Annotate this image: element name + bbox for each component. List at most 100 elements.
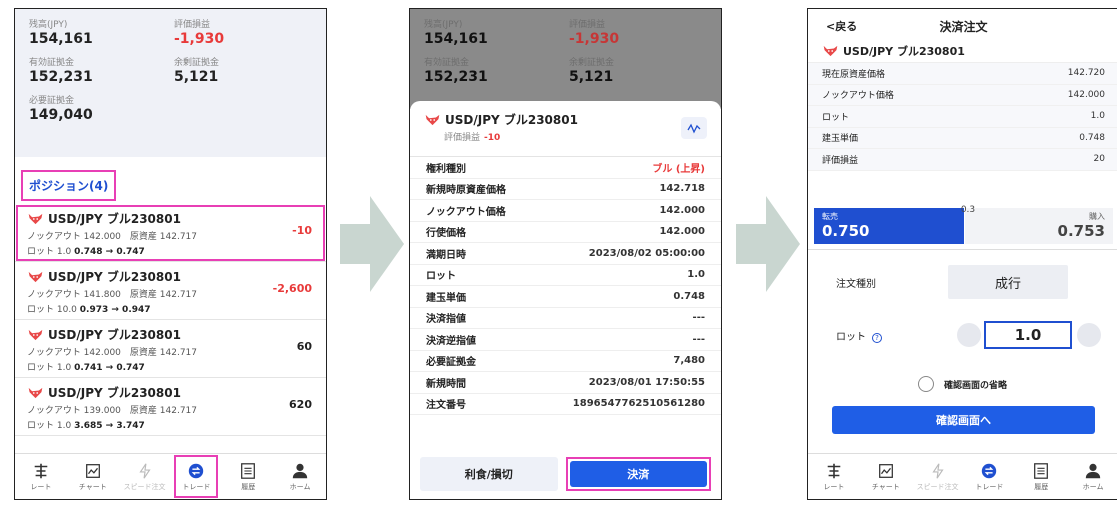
- tab-speed-order[interactable]: スピード注文: [912, 454, 964, 499]
- row-value: 142.718: [659, 183, 705, 195]
- tab-speed-order[interactable]: スピード注文: [119, 454, 171, 499]
- help-icon[interactable]: ?: [872, 332, 882, 343]
- quote-panel: 転売 0.750 購入 0.753 0.3: [808, 203, 1117, 247]
- row-value: 1.0: [687, 269, 705, 281]
- user-icon: [292, 463, 308, 478]
- tab-home[interactable]: ホーム: [274, 454, 326, 499]
- tab-rate[interactable]: レート: [15, 454, 67, 499]
- rate-icon: [827, 463, 841, 478]
- info-row: 現在原資産価格 142.720: [808, 63, 1117, 85]
- surplus-margin-value: 5,121: [174, 69, 219, 85]
- row-key: 行使価格: [426, 228, 466, 240]
- lot-input[interactable]: 1.0: [984, 321, 1072, 349]
- order-type-select[interactable]: 成行: [948, 265, 1068, 299]
- bottom-tab-bar: レート チャート スピード注文 トレード 履歴 ホーム: [15, 453, 326, 499]
- chart-button[interactable]: [681, 117, 707, 139]
- detail-row: 必要証拠金 7,480: [410, 351, 721, 372]
- position-pl: 620: [289, 398, 312, 411]
- position-name: USD/JPY ブル230801: [48, 328, 181, 342]
- order-info: 現在原資産価格 142.720 ノックアウト価格 142.000 ロット 1.0 建玉…: [808, 63, 1117, 171]
- bull-icon: [28, 329, 43, 340]
- position-pl: -2,600: [272, 282, 312, 295]
- row-key: 新規時原資産価格: [426, 185, 506, 197]
- unrealized-label: 評価損益: [174, 20, 211, 30]
- row-key: ノックアウト価格: [426, 206, 506, 218]
- tab-label: スピード注文: [916, 482, 959, 491]
- tab-label: トレード: [975, 482, 1004, 491]
- tab-trade[interactable]: トレード: [963, 454, 1015, 499]
- sell-price: 0.750: [822, 222, 870, 240]
- skip-confirm-radio[interactable]: [918, 376, 934, 392]
- page-title: 決済注文: [939, 20, 988, 34]
- confirm-button[interactable]: 確認画面へ: [832, 406, 1095, 434]
- detail-row: 決済指値 ---: [410, 308, 721, 329]
- row-key: 権利種別: [426, 163, 466, 175]
- line-chart-icon: [687, 123, 701, 134]
- detail-row: 建玉単価 0.748: [410, 286, 721, 308]
- row-value: 7,480: [673, 355, 705, 367]
- top-bar: <戻る 決済注文: [808, 9, 1117, 39]
- bull-icon: [425, 114, 440, 125]
- tab-chart[interactable]: チャート: [67, 454, 119, 499]
- list-item[interactable]: USD/JPY ブル230801 ノックアウト 141.800 原資産 142.…: [15, 262, 326, 320]
- chart-icon: [85, 463, 100, 478]
- row-key: 決済逆指値: [426, 335, 476, 347]
- settlement-order-screen: <戻る 決済注文 USD/JPY ブル230801 現在原資産価格 142.720…: [807, 8, 1117, 500]
- tab-label: チャート: [78, 482, 107, 491]
- row-value: 142.720: [1067, 68, 1105, 79]
- lot-decrement-button[interactable]: [957, 323, 981, 347]
- detail-header: USD/JPY ブル230801 評価損益 -10: [410, 101, 721, 157]
- unrealized-value: -1,930: [569, 31, 620, 47]
- dimmed-summary: 残高(JPY) 154,161 評価損益 -1,930 有効証拠金 152,231 余…: [410, 9, 721, 109]
- list-item[interactable]: USD/JPY ブル230801 ノックアウト 139.000 原資産 142.…: [15, 378, 326, 436]
- tab-rate[interactable]: レート: [808, 454, 860, 499]
- row-value: 142.000: [659, 204, 705, 216]
- positions-tab[interactable]: ポジション(4): [21, 170, 117, 201]
- buy-price-button[interactable]: 購入 0.753: [965, 208, 1113, 244]
- position-pl: 60: [296, 340, 312, 353]
- effective-margin-label: 有効証拠金: [424, 58, 470, 68]
- required-margin-label: 必要証拠金: [29, 96, 75, 106]
- tab-home[interactable]: ホーム: [1067, 454, 1117, 499]
- tab-chart[interactable]: チャート: [860, 454, 912, 499]
- balance-label: 残高(JPY): [424, 20, 463, 30]
- tab-label: スピード注文: [123, 482, 166, 491]
- take-profit-stop-loss-button[interactable]: 利食/損切: [420, 457, 558, 491]
- trade-icon: [982, 463, 997, 478]
- list-item[interactable]: USD/JPY ブル230801 ノックアウト 142.000 原資産 142.…: [15, 204, 326, 262]
- arrow-right-icon: [340, 196, 404, 292]
- row-key: 建玉単価: [426, 292, 466, 304]
- lot-text: ロット 1.0: [27, 421, 72, 431]
- price-change-text: 3.685 → 3.747: [74, 421, 145, 431]
- lot-text: ロット 1.0: [27, 363, 72, 373]
- row-key: ノックアウト価格: [822, 91, 894, 102]
- row-key: ロット: [822, 112, 850, 123]
- bull-icon: [28, 213, 43, 224]
- lot-row: ロット? 1.0: [808, 320, 1117, 350]
- knockout-text: ノックアウト 142.000: [27, 348, 121, 358]
- knockout-text: ノックアウト 141.800: [27, 290, 121, 300]
- detail-pl-value: -10: [484, 133, 501, 143]
- tab-history[interactable]: 履歴: [222, 454, 274, 499]
- history-icon: [1034, 462, 1049, 479]
- tab-history[interactable]: 履歴: [1015, 454, 1067, 499]
- detail-actions: 利食/損切 決済: [410, 449, 721, 499]
- tab-label: ホーム: [1082, 482, 1104, 491]
- sell-price-button[interactable]: 転売 0.750: [814, 208, 964, 244]
- lightning-icon: [931, 462, 944, 479]
- row-value: 2023/08/01 17:50:55: [588, 376, 705, 388]
- tab-trade[interactable]: トレード: [170, 454, 222, 499]
- price-change-text: 0.741 → 0.747: [74, 363, 145, 373]
- settle-highlight: 決済: [565, 457, 711, 491]
- row-key: 必要証拠金: [426, 357, 476, 369]
- order-symbol: USD/JPY ブル230801: [808, 39, 1117, 63]
- list-item[interactable]: USD/JPY ブル230801 ノックアウト 142.000 原資産 142.…: [15, 320, 326, 378]
- effective-margin-value: 152,231: [424, 69, 488, 85]
- rate-icon: [34, 463, 48, 478]
- settle-button[interactable]: 決済: [569, 461, 707, 487]
- lot-increment-button[interactable]: [1077, 323, 1101, 347]
- detail-row: 注文番号 1896547762510561280: [410, 394, 721, 415]
- info-row: ノックアウト価格 142.000: [808, 84, 1117, 106]
- detail-symbol: USD/JPY ブル230801: [445, 113, 578, 127]
- info-row: 評価損益 20: [808, 149, 1117, 171]
